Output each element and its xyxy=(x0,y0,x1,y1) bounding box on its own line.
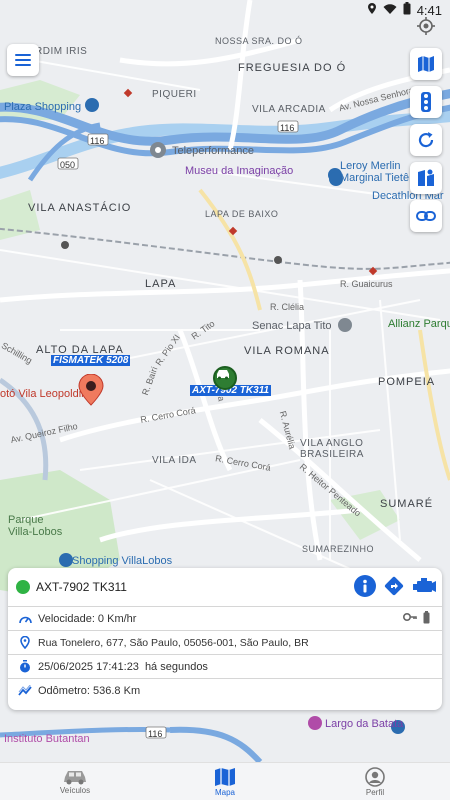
nav-map-label: Mapa xyxy=(214,787,235,797)
user-icon xyxy=(365,766,385,787)
traffic-button[interactable] xyxy=(410,86,442,118)
vehicle-name: AXT-7902 TK311 xyxy=(36,580,127,594)
address-value: Rua Tonelero, 677, São Paulo, 05056-001,… xyxy=(38,636,309,649)
address-row: Rua Tonelero, 677, São Paulo, 05056-001,… xyxy=(8,630,442,654)
datetime-value: 25/06/2025 17:41:23 xyxy=(38,660,139,673)
ignition-key-icon xyxy=(402,612,417,625)
map-label-allianz: Allianz Parque xyxy=(388,318,450,330)
bottom-navigation: Veículos Mapa Perfil xyxy=(0,762,450,800)
map-label-vila-anastacio: VILA ANASTÁCIO xyxy=(28,202,132,214)
street-view-icon xyxy=(418,169,434,186)
map-label-pompeia: POMPEIA xyxy=(378,376,436,388)
odometer-value: Odômetro: 536.8 Km xyxy=(38,684,141,697)
map-label-jardim-iris: RDIM IRIS xyxy=(35,46,88,57)
status-time: 4:41 xyxy=(416,2,442,18)
refresh-icon xyxy=(418,132,434,148)
map-label-lapa: LAPA xyxy=(145,278,177,290)
route-shield-116a: 116 xyxy=(90,136,105,146)
map-label-vila-romana: VILA ROMANA xyxy=(244,345,330,357)
car-icon xyxy=(64,770,86,784)
street-view-button[interactable] xyxy=(410,162,442,194)
elapsed-value: há segundos xyxy=(144,660,208,673)
map-nav-icon xyxy=(215,767,235,786)
map-label-parque-villa: Parque Villa-Lobos xyxy=(8,514,63,538)
battery-level-icon xyxy=(423,610,430,627)
speed-row: Velocidade: 0 Km/hr xyxy=(8,606,442,630)
hamburger-icon xyxy=(15,54,31,66)
location-status-icon xyxy=(367,2,377,18)
vehicle-tag-fismatek[interactable]: FISMATEK 5208 xyxy=(51,355,131,366)
map-icon xyxy=(418,56,434,72)
timestamp-row: 25/06/2025 17:41:23 há segundos xyxy=(8,654,442,678)
map-label-freguesia: FREGUESIA DO Ó xyxy=(238,62,347,74)
map-label-lapa-de-baixo: LAPA DE BAIXO xyxy=(205,209,279,219)
route-shield-116b: 116 xyxy=(280,123,295,133)
location-pin-small-icon xyxy=(18,636,32,649)
map-label-shopping-villa: Shopping VillaLobos xyxy=(72,555,173,567)
vehicle-car-icon[interactable] xyxy=(213,366,237,390)
route-shield-050: 050 xyxy=(60,160,76,170)
wifi-icon xyxy=(383,3,397,18)
speedometer-icon xyxy=(18,613,32,624)
menu-button[interactable] xyxy=(7,44,39,76)
odometer-row: Odômetro: 536.8 Km xyxy=(8,678,442,702)
online-status-dot xyxy=(16,580,30,594)
nav-profile[interactable]: Perfil xyxy=(300,763,450,800)
map-label-vila-ida: VILA IDA xyxy=(152,455,197,466)
nav-profile-label: Perfil xyxy=(365,787,385,797)
info-button[interactable] xyxy=(354,575,376,597)
map-label-instituto: Instituto Butantan xyxy=(4,733,90,745)
map-label-nossa-senhora: NOSSA SRA. DO Ó xyxy=(215,36,303,46)
nav-vehicles[interactable]: Veículos xyxy=(0,763,150,800)
map-label-vila-anglo: VILA ANGLO BRASILEIRA xyxy=(300,438,364,460)
map-label-vila-leopoldina: otó Vila Leopoldin xyxy=(0,388,88,400)
info-icon xyxy=(363,579,367,593)
map-label-sumare: SUMARÉ xyxy=(380,498,434,510)
map-label-leroy: Leroy Merlin Marginal Tietê xyxy=(340,160,410,184)
map-label-senac: Senac Lapa Tito xyxy=(252,320,332,332)
stopwatch-icon xyxy=(18,660,32,673)
map-label-sumarezinho: SUMAREZINHO xyxy=(302,544,375,554)
vehicle-info-card[interactable]: AXT-7902 TK311 Velocidade: 0 Km/hr Rua T… xyxy=(8,568,442,710)
directions-button[interactable] xyxy=(382,574,406,598)
map-label-r-guaicurus: R. Guaicurus xyxy=(340,279,393,289)
map-controls xyxy=(410,48,442,232)
map-label-largo-batata: Largo da Batata xyxy=(325,718,404,730)
card-header: AXT-7902 TK311 xyxy=(8,568,442,606)
map-label-museu: Museu da Imaginação xyxy=(185,165,294,177)
map-label-r-clelia: R. Clélia xyxy=(270,302,305,312)
engine-block-button[interactable] xyxy=(412,574,438,598)
map-label-vila-arcadia: VILA ARCADIA xyxy=(252,104,326,115)
map-label-teleperformance: Teleperformance xyxy=(172,145,254,157)
nav-map[interactable]: Mapa xyxy=(150,763,300,800)
traffic-light-icon xyxy=(421,92,431,112)
map-type-button[interactable] xyxy=(410,48,442,80)
route-shield-116c: 116 xyxy=(148,729,163,739)
trend-line-icon xyxy=(18,685,32,696)
map-label-plaza-shopping: Plaza Shopping xyxy=(4,101,82,113)
link-icon xyxy=(416,211,436,221)
refresh-button[interactable] xyxy=(410,124,442,156)
nav-vehicles-label: Veículos xyxy=(59,785,91,795)
map-label-piqueri: PIQUERI xyxy=(152,89,197,100)
directions-icon xyxy=(384,576,404,596)
engine-icon xyxy=(413,578,436,592)
battery-icon xyxy=(403,2,411,18)
status-bar: 4:41 xyxy=(0,0,450,20)
share-link-button[interactable] xyxy=(410,200,442,232)
speed-value: Velocidade: 0 Km/hr xyxy=(38,612,137,625)
